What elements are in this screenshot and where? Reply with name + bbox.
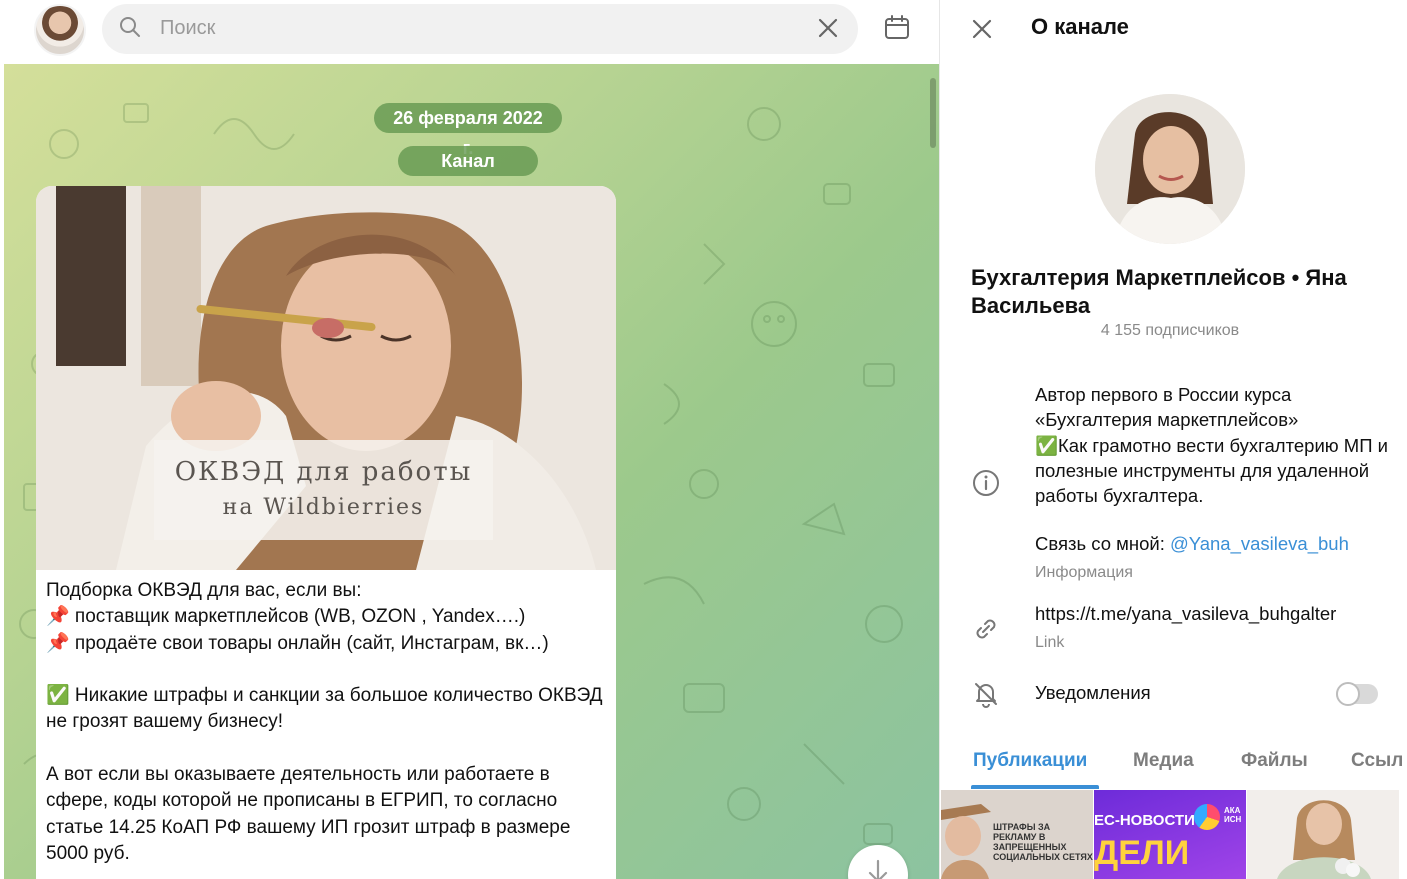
thumbnail-photo bbox=[1247, 790, 1399, 879]
publication-thumbnail[interactable]: ЕС-НОВОСТИ ДЕЛИ АКА ИСН bbox=[1094, 790, 1246, 879]
avatar-photo bbox=[1095, 94, 1245, 244]
contact-prefix: Связь со мной: bbox=[1035, 533, 1170, 554]
channel-name: Бухгалтерия Маркетплейсов • Яна Васильев… bbox=[971, 265, 1347, 318]
image-caption-box: ОКВЭД для работы на Wildbierries bbox=[154, 440, 493, 540]
info-icon bbox=[973, 470, 999, 496]
panel-title: О канале bbox=[1031, 14, 1129, 39]
channel-info-panel: О канале Бухгалтерия Маркетплейсов • Яна… bbox=[941, 0, 1407, 879]
search-input[interactable] bbox=[160, 14, 800, 42]
contact-line: Связь со мной: @Yana_vasileva_buh bbox=[1035, 533, 1349, 555]
publication-thumbnail[interactable] bbox=[1247, 790, 1399, 879]
tab-files[interactable]: Файлы bbox=[1241, 750, 1308, 772]
close-icon[interactable] bbox=[816, 16, 840, 40]
channel-link[interactable]: https://t.me/yana_vasileva_buhgalter bbox=[1035, 603, 1336, 625]
search-icon bbox=[120, 17, 140, 37]
description-label: Информация bbox=[1035, 564, 1133, 581]
calendar-icon[interactable] bbox=[883, 14, 911, 42]
post-text: Подборка ОКВЭД для вас, если вы: 📌 поста… bbox=[46, 580, 603, 864]
telegram-app: 26 февраля 2022 г. Канал создан bbox=[0, 0, 1407, 879]
arrow-down-icon bbox=[868, 859, 888, 879]
chat-scrollbar[interactable] bbox=[930, 78, 936, 148]
channel-post[interactable]: ОКВЭД для работы на Wildbierries Подборк… bbox=[36, 186, 616, 879]
tab-links[interactable]: Ссыл bbox=[1351, 750, 1403, 772]
thumbnail-small-text: АКА ИСН bbox=[1224, 806, 1242, 824]
post-image[interactable]: ОКВЭД для работы на Wildbierries bbox=[36, 186, 616, 570]
channel-description: Автор первого в России курса «Бухгалтери… bbox=[1035, 384, 1388, 507]
bell-off-icon bbox=[975, 683, 997, 708]
notifications-label: Уведомления bbox=[1035, 682, 1151, 703]
toggle-knob bbox=[1336, 682, 1360, 706]
link-icon bbox=[976, 619, 996, 639]
publications-grid: ШТРАФЫ ЗА РЕКЛАМУ В ЗАПРЕЩЕННЫХ СОЦИАЛЬН… bbox=[941, 790, 1407, 879]
subscriber-count: 4 155 подписчиков bbox=[1100, 322, 1240, 339]
tab-publications[interactable]: Публикации bbox=[973, 750, 1087, 772]
thumbnail-title: ШТРАФЫ ЗА РЕКЛАМУ В ЗАПРЕЩЕННЫХ СОЦИАЛЬН… bbox=[993, 822, 1093, 862]
tab-media[interactable]: Медиа bbox=[1133, 750, 1194, 772]
thumbnail-subtitle: ДЕЛИ bbox=[1094, 834, 1190, 872]
media-tabs: Публикации Медиа Файлы Ссыл bbox=[941, 730, 1407, 790]
channel-avatar-large[interactable] bbox=[1095, 94, 1245, 244]
thumbnail-title: ЕС-НОВОСТИ bbox=[1094, 812, 1195, 829]
link-label: Link bbox=[1035, 634, 1065, 651]
image-caption-line1: ОКВЭД для работы bbox=[174, 457, 473, 487]
chat-panel: 26 февраля 2022 г. Канал создан bbox=[0, 0, 940, 879]
image-caption-line2: на Wildbierries bbox=[222, 495, 425, 520]
brand-logo-icon bbox=[1194, 804, 1220, 830]
publication-thumbnail[interactable]: ШТРАФЫ ЗА РЕКЛАМУ В ЗАПРЕЩЕННЫХ СОЦИАЛЬН… bbox=[941, 790, 1093, 879]
close-icon[interactable] bbox=[970, 17, 994, 41]
notifications-toggle[interactable] bbox=[1336, 682, 1378, 706]
contact-handle-link[interactable]: @Yana_vasileva_buh bbox=[1170, 533, 1349, 554]
chat-topbar bbox=[0, 0, 939, 64]
service-message: Канал создан bbox=[398, 146, 538, 201]
date-pill[interactable]: 26 февраля 2022 г. bbox=[374, 103, 562, 158]
active-tab-indicator bbox=[971, 785, 1099, 789]
channel-avatar[interactable] bbox=[34, 4, 86, 56]
